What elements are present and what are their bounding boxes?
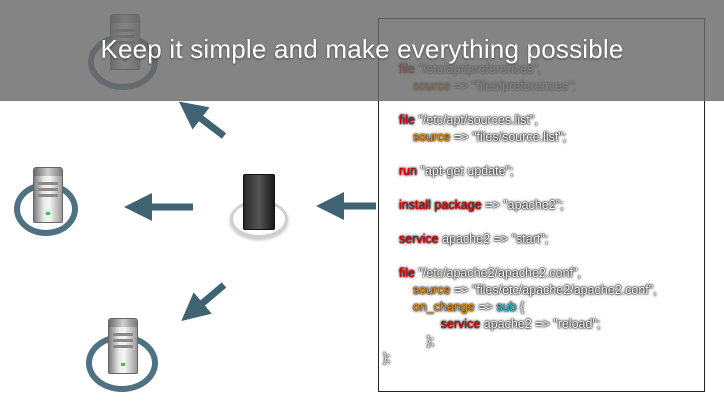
code-token: apache2 => "reload"; <box>483 317 601 331</box>
code-token: "apt-get update"; <box>420 164 514 178</box>
code-token: on_change <box>399 300 475 314</box>
code-token: run <box>399 164 421 178</box>
code-token: service <box>399 317 484 331</box>
code-token: }; <box>399 334 435 348</box>
top-banner: Keep it simple and make everything possi… <box>0 0 724 101</box>
code-token: "/etc/apt/sources.list", <box>418 113 538 127</box>
code-line: on_change => sub { <box>399 299 524 316</box>
code-line: service apache2 => "reload"; <box>399 316 601 333</box>
code-token: { <box>516 300 525 314</box>
code-token: => "apache2"; <box>481 198 564 212</box>
code-token: }; <box>383 351 391 365</box>
code-token: => "files/source.list"; <box>450 130 567 144</box>
code-line: file "/etc/apt/sources.list", <box>399 112 538 129</box>
code-token: source <box>399 283 451 297</box>
code-line: source => "files/source.list"; <box>399 129 566 146</box>
code-token: "/etc/apache2/apache2.conf", <box>418 266 581 280</box>
code-line: file "/etc/apache2/apache2.conf", <box>399 265 581 282</box>
code-line: service apache2 => "start"; <box>399 231 548 248</box>
code-token: => "files/etc/apache2/apache2.conf", <box>450 283 657 297</box>
code-line: }; <box>383 350 391 367</box>
code-token: sub <box>496 300 517 314</box>
code-token: file <box>399 113 419 127</box>
code-line: run "apt-get update"; <box>399 163 514 180</box>
code-line: }; <box>399 333 435 350</box>
code-token: install package <box>399 198 482 212</box>
arrow-center-to-bottom <box>181 282 227 322</box>
code-line: install package => "apache2"; <box>399 197 564 214</box>
code-token: service <box>399 232 443 246</box>
arrow-center-to-top <box>178 101 227 139</box>
banner-title: Keep it simple and make everything possi… <box>100 34 624 64</box>
code-line: source => "files/etc/apache2/apache2.con… <box>399 282 657 299</box>
code-token: => <box>474 300 497 314</box>
code-token: file <box>399 266 419 280</box>
code-token: source <box>399 130 451 144</box>
code-token: apache2 => "start"; <box>442 232 549 246</box>
